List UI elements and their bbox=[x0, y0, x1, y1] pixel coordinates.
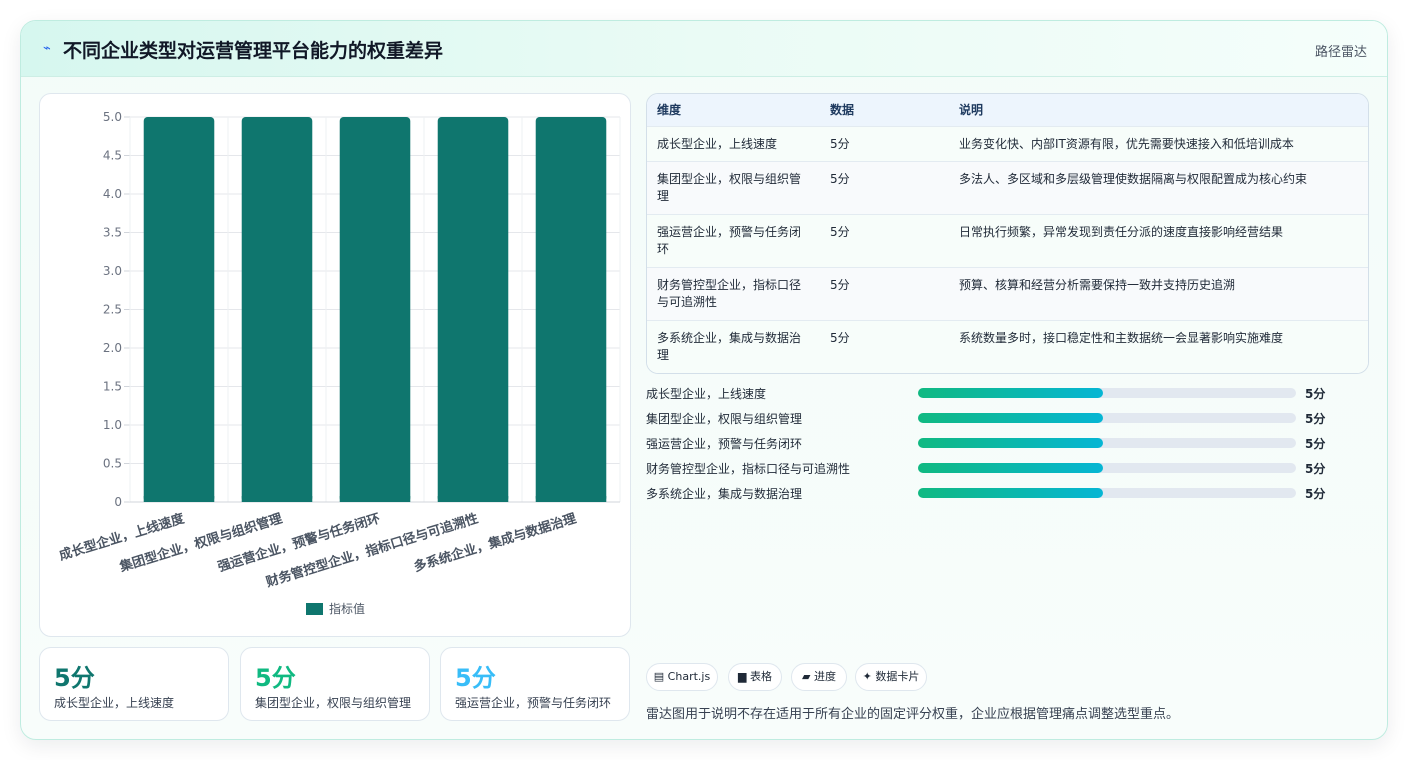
table-header-cell: 数据 bbox=[830, 103, 855, 117]
stat-label: 成长型企业，上线速度 bbox=[54, 696, 175, 710]
bar-chart-panel: 0 0.5 1.0 1.5 2.0 2.5 3.0 3.5 4.0 4.5 5.0 成长型企业，上线速… bbox=[39, 93, 631, 637]
y-tick-label: 3.5 bbox=[103, 226, 122, 240]
y-tick-label: 4.5 bbox=[103, 149, 122, 163]
y-tick-label: 2.5 bbox=[103, 303, 122, 317]
table-row: 成长型企业，上线速度 5分 业务变化快、内部IT资源有限，优先需要快速接入和低培… bbox=[647, 127, 1368, 162]
table-cell: 强运营企业，预警与任务闭环 bbox=[657, 225, 802, 256]
progress-label: 强运营企业，预警与任务闭环 bbox=[646, 437, 803, 451]
table-cell: 日常执行频繁，异常发现到责任分派的速度直接影响经营结果 bbox=[959, 225, 1284, 239]
table-row: 强运营企业，预警与任务闭环 5分 日常执行频繁，异常发现到责任分派的速度直接影响… bbox=[647, 215, 1368, 268]
progress-fill bbox=[918, 438, 1104, 448]
pulse-icon: ⌁ bbox=[43, 41, 51, 56]
progress-label: 财务管控型企业，指标口径与可追溯性 bbox=[646, 462, 851, 476]
progress-row: 集团型企业，权限与组织管理 5分 bbox=[646, 408, 1369, 428]
legend-label: 指标值 bbox=[329, 601, 365, 616]
page-title: 不同企业类型对运营管理平台能力的权重差异 bbox=[63, 40, 444, 62]
progress-label: 集团型企业，权限与组织管理 bbox=[646, 412, 803, 426]
progress-label: 多系统企业，集成与数据治理 bbox=[646, 487, 803, 501]
progress-value: 5分 bbox=[1305, 412, 1326, 426]
table-cell: 5分 bbox=[830, 278, 850, 292]
table-cell: 5分 bbox=[830, 172, 850, 186]
progress-fill bbox=[918, 463, 1104, 473]
table-cell: 多系统企业，集成与数据治理 bbox=[657, 331, 802, 362]
table-tag[interactable]: ▆ 表格 bbox=[728, 663, 782, 691]
progress-row: 多系统企业，集成与数据治理 5分 bbox=[646, 483, 1369, 503]
bar bbox=[241, 117, 313, 502]
data-table: 维度 数据 说明 成长型企业，上线速度 5分 业务变化快、内部IT资源有限，优先… bbox=[646, 93, 1369, 374]
table-header-row: 维度 数据 说明 bbox=[647, 94, 1368, 127]
y-tick-label: 0 bbox=[114, 495, 122, 509]
y-tick-label: 0.5 bbox=[103, 457, 122, 471]
stat-card-1: 5分 成长型企业，上线速度 bbox=[39, 647, 229, 721]
bar bbox=[437, 117, 509, 502]
x-tick-label: 集团型企业，权限与组织管理 bbox=[117, 511, 284, 576]
bar bbox=[143, 117, 215, 502]
x-tick-label: 多系统企业，集成与数据治理 bbox=[412, 511, 578, 576]
progress-fill bbox=[918, 388, 1104, 398]
y-tick-label: 2.0 bbox=[103, 341, 122, 355]
table-cell: 5分 bbox=[830, 331, 850, 345]
progress-track bbox=[918, 388, 1296, 398]
table-header-cell: 说明 bbox=[959, 103, 984, 117]
table-cell: 集团型企业，权限与组织管理 bbox=[657, 172, 802, 203]
y-tick-label: 3.0 bbox=[103, 264, 122, 278]
progress-label: 成长型企业，上线速度 bbox=[646, 387, 767, 401]
stat-card-3: 5分 强运营企业，预警与任务闭环 bbox=[440, 647, 630, 721]
table-cell: 成长型企业，上线速度 bbox=[657, 137, 778, 151]
stat-value: 5分 bbox=[54, 664, 95, 692]
stat-label: 强运营企业，预警与任务闭环 bbox=[455, 696, 612, 710]
bar bbox=[535, 117, 607, 502]
stat-label: 集团型企业，权限与组织管理 bbox=[255, 696, 412, 710]
progress-track bbox=[918, 413, 1296, 423]
y-tick-label: 4.0 bbox=[103, 187, 122, 201]
progress-value: 5分 bbox=[1305, 462, 1326, 476]
legend-swatch bbox=[306, 603, 323, 615]
footnote: 雷达图用于说明不存在适用于所有企业的固定评分权重，企业应根据管理痛点调整选型重点… bbox=[646, 707, 1180, 722]
header-right-label: 路径雷达 bbox=[1314, 45, 1367, 60]
table-row: 多系统企业，集成与数据治理 5分 系统数量多时，接口稳定性和主数据统一会显著影响… bbox=[647, 321, 1368, 373]
progress-value: 5分 bbox=[1305, 437, 1326, 451]
progress-value: 5分 bbox=[1305, 487, 1326, 501]
table-cell: 5分 bbox=[830, 137, 850, 151]
progress-fill bbox=[918, 488, 1104, 498]
progress-fill bbox=[918, 413, 1104, 423]
table-cell: 财务管控型企业，指标口径与可追溯性 bbox=[657, 278, 802, 309]
table-row: 财务管控型企业，指标口径与可追溯性 5分 预算、核算和经营分析需要保持一致并支持… bbox=[647, 268, 1368, 321]
data-card-tag[interactable]: ✦ 数据卡片 bbox=[855, 663, 927, 691]
table-cell: 多法人、多区域和多层级管理使数据隔离与权限配置成为核心约束 bbox=[959, 172, 1308, 186]
stat-card-2: 5分 集团型企业，权限与组织管理 bbox=[240, 647, 430, 721]
main-card: ⌁ 不同企业类型对运营管理平台能力的权重差异 路径雷达 0 0.5 1.0 1.5 2.… bbox=[20, 20, 1388, 740]
progress-track bbox=[918, 438, 1296, 448]
header-bar: ⌁ 不同企业类型对运营管理平台能力的权重差异 路径雷达 bbox=[21, 21, 1387, 77]
bar-base bbox=[535, 496, 607, 502]
table-cell: 预算、核算和经营分析需要保持一致并支持历史追溯 bbox=[959, 278, 1236, 292]
y-tick-label: 1.5 bbox=[103, 380, 122, 394]
bar-base bbox=[143, 496, 215, 502]
y-tick-label: 1.0 bbox=[103, 418, 122, 432]
progress-row: 财务管控型企业，指标口径与可追溯性 5分 bbox=[646, 458, 1369, 478]
progress-row: 强运营企业，预警与任务闭环 5分 bbox=[646, 433, 1369, 453]
progress-row: 成长型企业，上线速度 5分 bbox=[646, 383, 1369, 403]
table-cell: 系统数量多时，接口稳定性和主数据统一会显著影响实施难度 bbox=[959, 331, 1284, 345]
bar-base bbox=[241, 496, 313, 502]
bar-base bbox=[339, 496, 411, 502]
y-tick-label: 5.0 bbox=[103, 110, 122, 124]
chartjs-tag[interactable]: ▤ Chart.js bbox=[646, 663, 718, 691]
table-cell: 业务变化快、内部IT资源有限，优先需要快速接入和低培训成本 bbox=[959, 137, 1294, 151]
table-row: 集团型企业，权限与组织管理 5分 多法人、多区域和多层级管理使数据隔离与权限配置… bbox=[647, 162, 1368, 215]
progress-list: 成长型企业，上线速度 5分 集团型企业，权限与组织管理 5分 强运营企业，预警与… bbox=[646, 383, 1369, 513]
table-header-cell: 维度 bbox=[657, 103, 682, 117]
bar-base bbox=[437, 496, 509, 502]
stat-value: 5分 bbox=[255, 664, 296, 692]
bar bbox=[339, 117, 411, 502]
table-cell: 5分 bbox=[830, 225, 850, 239]
progress-track bbox=[918, 463, 1296, 473]
progress-track bbox=[918, 488, 1296, 498]
progress-value: 5分 bbox=[1305, 387, 1326, 401]
progress-tag[interactable]: ▰ 进度 bbox=[791, 663, 847, 691]
stat-value: 5分 bbox=[455, 664, 496, 692]
bar-chart: 00.51.01.52.02.53.03.54.04.55.0成长型企业，上线速… bbox=[57, 110, 621, 616]
